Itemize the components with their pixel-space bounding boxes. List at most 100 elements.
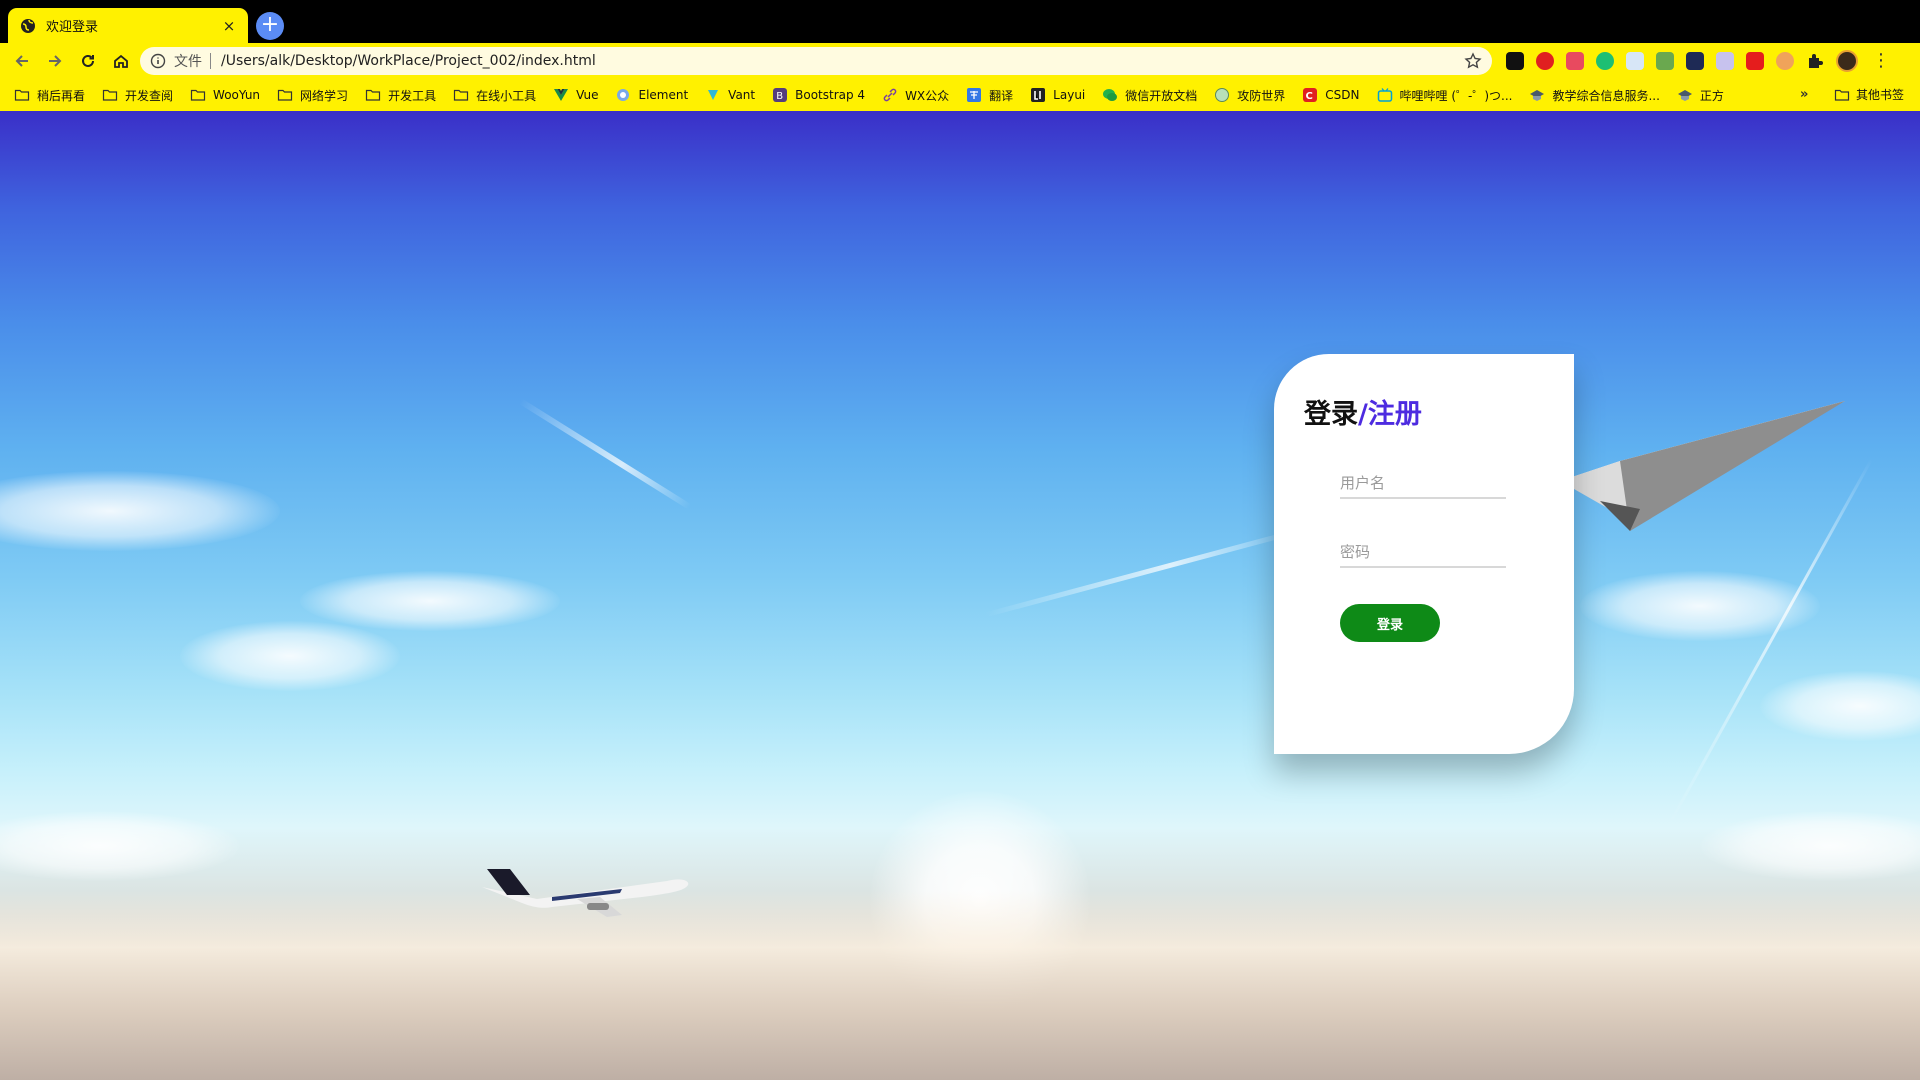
layui-icon — [1031, 88, 1046, 102]
bookmark-label: 开发查阅 — [125, 88, 174, 103]
other-bookmarks[interactable]: 其他书签 — [1834, 86, 1904, 103]
extensions-area: ⋮ — [1500, 49, 1890, 73]
bookmark-label: 教学综合信息服务... — [1552, 88, 1660, 103]
bookmark-label: 网络学习 — [300, 88, 349, 103]
profile-avatar[interactable] — [1836, 50, 1858, 72]
browser-toolbar: 文件 /Users/alk/Desktop/WorkPlace/Project_… — [0, 43, 1920, 79]
translate-icon — [967, 88, 982, 102]
bookmark-item[interactable]: Vant — [705, 87, 755, 103]
password-input[interactable] — [1340, 538, 1506, 566]
bookmark-item[interactable]: 稍后再看 — [14, 87, 85, 104]
bookmark-label: Bootstrap 4 — [795, 88, 866, 102]
cloud — [0, 811, 240, 881]
divider — [210, 53, 211, 69]
bookmark-item[interactable]: 开发工具 — [365, 87, 436, 104]
youtube-icon[interactable] — [1746, 52, 1764, 70]
bookmark-item[interactable]: WX公众 — [882, 87, 949, 104]
bookmark-label: 正方 — [1699, 88, 1724, 103]
bookmark-item[interactable]: 微信开放文档 — [1102, 87, 1197, 104]
login-title-text: 登录 — [1304, 399, 1358, 430]
extension-icon[interactable] — [1656, 52, 1674, 70]
puzzle-icon[interactable] — [1806, 52, 1824, 70]
menu-icon[interactable]: ⋮ — [1872, 52, 1890, 70]
bookmark-item[interactable]: Vue — [553, 87, 598, 103]
vue-icon — [554, 89, 569, 101]
bookmark-label: WooYun — [213, 88, 261, 102]
other-bookmarks-label: 其他书签 — [1856, 88, 1905, 102]
register-link[interactable]: /注册 — [1358, 399, 1422, 430]
paper-plane-image — [1560, 401, 1845, 531]
star-icon[interactable] — [1464, 52, 1482, 70]
csdn-icon: C — [1303, 88, 1318, 102]
bookmark-item[interactable]: Element — [615, 87, 688, 103]
reload-button[interactable] — [72, 45, 104, 77]
bookmark-item[interactable]: 开发查阅 — [102, 87, 173, 104]
bookmark-item[interactable]: Layui — [1030, 87, 1085, 103]
info-icon — [150, 53, 166, 69]
reload-icon — [82, 54, 94, 67]
extension-icon[interactable] — [1686, 52, 1704, 70]
username-input[interactable] — [1340, 469, 1506, 497]
cloud — [1700, 811, 1920, 881]
contrail — [984, 529, 1296, 618]
url-text[interactable]: /Users/alk/Desktop/WorkPlace/Project_002… — [221, 53, 1464, 69]
address-bar[interactable]: 文件 /Users/alk/Desktop/WorkPlace/Project_… — [140, 47, 1492, 75]
bookmark-item[interactable]: 在线小工具 — [453, 87, 536, 104]
bookmark-item[interactable]: 攻防世界 — [1214, 87, 1285, 104]
forward-button[interactable] — [39, 45, 71, 77]
school-icon — [1677, 90, 1692, 101]
extension-icon[interactable] — [1536, 52, 1554, 70]
bookmark-label: Vue — [576, 88, 599, 102]
element-icon — [617, 89, 630, 101]
grammarly-icon[interactable] — [1596, 52, 1614, 70]
svg-text:C: C — [1306, 91, 1313, 102]
scheme-label: 文件 — [174, 54, 202, 70]
tab-title: 欢迎登录 — [46, 20, 99, 35]
shield-icon[interactable] — [1566, 52, 1584, 70]
tab-active[interactable]: 欢迎登录 × — [8, 8, 248, 43]
back-button[interactable] — [6, 45, 38, 77]
bookmark-label: 在线小工具 — [476, 88, 537, 103]
folder-icon — [277, 89, 293, 101]
bookmark-label: WX公众 — [905, 88, 950, 103]
bookmarks-overflow-icon[interactable]: » — [1800, 87, 1808, 102]
cloud — [1760, 671, 1920, 741]
bookmark-item[interactable]: 教学综合信息服务... — [1529, 87, 1660, 104]
cloud — [180, 621, 400, 691]
login-card: 登录/注册 登录 — [1274, 354, 1574, 754]
bookmark-label: Vant — [728, 88, 756, 102]
bookmark-label: 微信开放文档 — [1125, 88, 1198, 103]
folder-icon — [1834, 89, 1850, 101]
home-button[interactable] — [105, 45, 137, 77]
arrow-left-icon — [15, 55, 28, 67]
school-icon — [1530, 90, 1545, 101]
bookmark-item[interactable]: 正方 — [1677, 87, 1724, 104]
bookmark-label: 翻译 — [989, 88, 1014, 103]
extension-icon[interactable] — [1776, 52, 1794, 70]
bookmark-item[interactable]: B Bootstrap 4 — [772, 87, 865, 103]
tab-close-icon[interactable]: × — [220, 17, 238, 35]
globe-icon — [1215, 88, 1230, 102]
bookmark-item[interactable]: C CSDN — [1302, 87, 1360, 103]
svg-text:B: B — [776, 91, 783, 102]
bookmark-item[interactable]: 哔哩哔哩 (゜-゜)つ... — [1377, 87, 1513, 104]
login-button[interactable]: 登录 — [1340, 604, 1440, 642]
bookmark-item[interactable]: WooYun — [190, 87, 260, 103]
bookmark-label: 哔哩哔哩 (゜-゜)つ... — [1399, 88, 1513, 103]
password-field — [1340, 538, 1506, 568]
cloud — [0, 471, 280, 551]
home-icon — [114, 54, 128, 68]
bookmark-label: 开发工具 — [388, 88, 437, 103]
cloud-layer — [0, 891, 1920, 1080]
bookmark-label: CSDN — [1325, 88, 1360, 102]
username-field — [1340, 469, 1506, 499]
cloud — [1580, 571, 1820, 641]
extension-icon[interactable] — [1716, 52, 1734, 70]
bookmark-item[interactable]: 网络学习 — [277, 87, 348, 104]
bilibili-icon — [1377, 88, 1392, 102]
new-tab-button[interactable]: + — [256, 12, 284, 40]
contrail — [518, 398, 692, 510]
react-icon[interactable] — [1626, 52, 1644, 70]
bookmark-item[interactable]: 翻译 — [966, 87, 1013, 104]
extension-icon[interactable] — [1506, 52, 1524, 70]
